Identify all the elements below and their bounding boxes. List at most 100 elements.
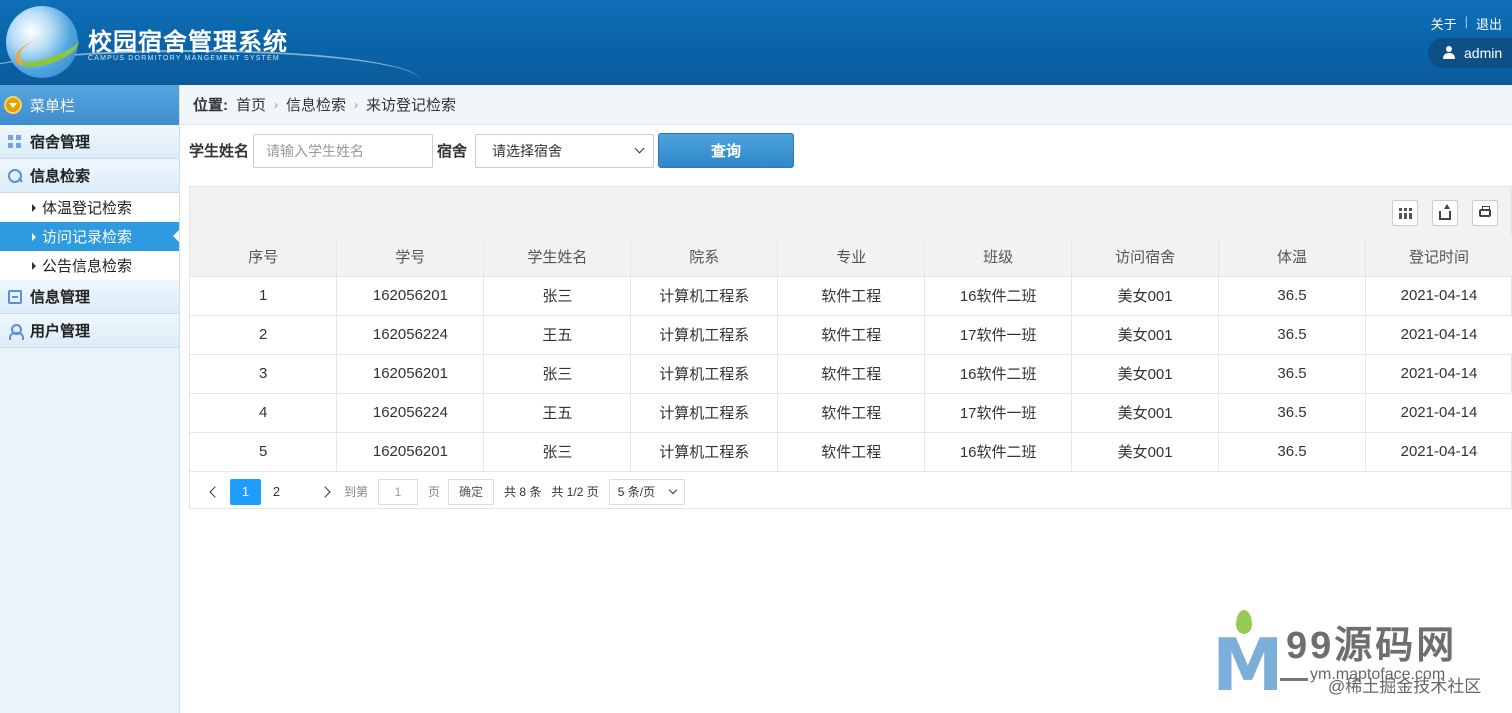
table-cell: 17软件一班 [924, 315, 1073, 355]
table-cell: 计算机工程系 [630, 315, 779, 355]
user-icon [1442, 46, 1456, 60]
table-row[interactable]: 3 162056201 张三 计算机工程系 软件工程 16软件二班 美女001 … [190, 354, 1512, 394]
table-cell: 16软件二班 [924, 432, 1073, 472]
table-cell: 162056224 [336, 393, 485, 433]
table-cell: 张三 [483, 354, 632, 394]
table-cell: 张三 [483, 432, 632, 472]
columns-button[interactable] [1392, 200, 1418, 226]
table-cell: 162056201 [336, 432, 485, 472]
table-cell: 软件工程 [777, 432, 926, 472]
chevron-down-icon [668, 485, 677, 494]
goto-label: 到第 [344, 485, 369, 499]
goto-confirm-button[interactable]: 确定 [448, 478, 495, 505]
table-cell: 计算机工程系 [630, 276, 779, 316]
column-header[interactable]: 学号 [336, 237, 485, 277]
export-button[interactable] [1432, 200, 1458, 226]
grid-icon [8, 134, 22, 149]
column-header[interactable]: 院系 [630, 237, 779, 277]
breadcrumb-section[interactable]: 信息检索 [286, 94, 346, 115]
user-menu[interactable]: admin [1428, 38, 1512, 68]
column-header[interactable]: 访问宿舍 [1071, 237, 1220, 277]
table-row[interactable]: 5 162056201 张三 计算机工程系 软件工程 16软件二班 美女001 … [190, 432, 1512, 472]
sidebar-item-info-search[interactable]: 信息检索 [0, 159, 179, 193]
column-header[interactable]: 登记时间 [1365, 237, 1512, 277]
breadcrumb: 位置: 首页 › 信息检索 › 来访登记检索 [181, 85, 1512, 125]
sidebar-item-info-management[interactable]: 信息管理 [0, 280, 179, 314]
menu-header[interactable]: 菜单栏 [0, 85, 179, 125]
print-button[interactable] [1472, 200, 1498, 226]
table-cell: 36.5 [1218, 354, 1366, 394]
column-header[interactable]: 学生姓名 [483, 237, 632, 277]
sidebar-subitem-label: 公告信息检索 [42, 258, 133, 275]
sidebar-subitem-notice-search[interactable]: 公告信息检索 [0, 251, 179, 280]
watermark-brand: 99源码网 [1286, 625, 1458, 667]
columns-icon [1398, 207, 1412, 219]
sidebar-item-dorm-management[interactable]: 宿舍管理 [0, 125, 179, 159]
sidebar-item-label: 信息检索 [30, 168, 91, 185]
table-cell: 美女001 [1071, 315, 1220, 355]
table-cell: 36.5 [1218, 315, 1366, 355]
table-cell: 2 [190, 315, 338, 355]
breadcrumb-home[interactable]: 首页 [236, 94, 266, 115]
table-cell: 5 [190, 432, 338, 472]
column-header[interactable]: 班级 [924, 237, 1073, 277]
table-cell: 2021-04-14 [1365, 315, 1512, 355]
total-pages: 共 1/2 页 [551, 485, 599, 499]
goto-page-input[interactable]: 1 [378, 478, 419, 505]
page-number-1[interactable]: 1 [230, 478, 261, 505]
next-page-button[interactable] [310, 479, 340, 505]
username: admin [1464, 45, 1503, 61]
link-separator: | [1464, 14, 1468, 29]
page-size-select[interactable]: 5 条/页 [608, 478, 685, 505]
table-cell: 36.5 [1218, 276, 1366, 316]
about-link[interactable]: 关于 [1431, 14, 1457, 33]
table-cell: 2021-04-14 [1365, 432, 1512, 472]
table-cell: 2021-04-14 [1365, 393, 1512, 433]
print-icon [1479, 206, 1491, 217]
breadcrumb-label: 位置: [193, 97, 228, 114]
column-header[interactable]: 序号 [190, 237, 338, 277]
prev-page-button[interactable] [200, 479, 230, 505]
table-cell: 16软件二班 [924, 354, 1073, 394]
table-cell: 162056201 [336, 276, 485, 316]
watermark: M 99源码网 ym.maptoface.com @稀土掘金技术社区 [1212, 610, 1512, 710]
table-cell: 36.5 [1218, 432, 1366, 472]
menu-toggle-icon [4, 96, 22, 114]
column-header[interactable]: 体温 [1218, 237, 1366, 277]
table-cell: 162056224 [336, 315, 485, 355]
sidebar-subitem-label: 体温登记检索 [42, 200, 133, 217]
sidebar-item-user-management[interactable]: 用户管理 [0, 314, 179, 348]
table-cell: 2021-04-14 [1365, 276, 1512, 316]
table-row[interactable]: 2 162056224 王五 计算机工程系 软件工程 17软件一班 美女001 … [190, 315, 1512, 355]
page-number-2[interactable]: 2 [261, 479, 292, 505]
table-row[interactable]: 1 162056201 张三 计算机工程系 软件工程 16软件二班 美女001 … [190, 276, 1512, 316]
table-panel: 序号 学号 学生姓名 院系 专业 班级 访问宿舍 体温 登记时间 1 16205… [189, 186, 1512, 509]
table-cell: 17软件一班 [924, 393, 1073, 433]
search-bar: 学生姓名 宿舍 请选择宿舍 查询 [189, 133, 795, 168]
table-header-row: 序号 学号 学生姓名 院系 专业 班级 访问宿舍 体温 登记时间 [190, 237, 1512, 277]
visit-records-table: 序号 学号 学生姓名 院系 专业 班级 访问宿舍 体温 登记时间 1 16205… [190, 237, 1512, 472]
query-button[interactable]: 查询 [658, 133, 795, 168]
sidebar-item-label: 用户管理 [30, 323, 91, 340]
table-cell: 16软件二班 [924, 276, 1073, 316]
sidebar-subitem-visit-search[interactable]: 访问记录检索 [0, 222, 179, 251]
page-size-value: 5 条/页 [617, 485, 656, 499]
table-cell: 美女001 [1071, 393, 1220, 433]
table-row[interactable]: 4 162056224 王五 计算机工程系 软件工程 17软件一班 美女001 … [190, 393, 1512, 433]
column-header[interactable]: 专业 [777, 237, 926, 277]
student-name-input[interactable] [253, 133, 434, 168]
chevron-right-icon [319, 485, 331, 498]
dorm-select[interactable]: 请选择宿舍 [475, 133, 655, 168]
user-icon [8, 323, 24, 340]
sidebar-item-label: 宿舍管理 [30, 134, 91, 151]
table-cell: 2021-04-14 [1365, 354, 1512, 394]
table-toolbar [190, 187, 1511, 237]
logout-link[interactable]: 退出 [1476, 14, 1502, 33]
table-cell: 美女001 [1071, 432, 1220, 472]
sidebar-subitem-temperature-search[interactable]: 体温登记检索 [0, 193, 179, 222]
table-cell: 软件工程 [777, 315, 926, 355]
table-cell: 软件工程 [777, 393, 926, 433]
table-cell: 36.5 [1218, 393, 1366, 433]
chevron-down-icon [634, 143, 645, 154]
total-count: 共 8 条 [504, 485, 542, 499]
